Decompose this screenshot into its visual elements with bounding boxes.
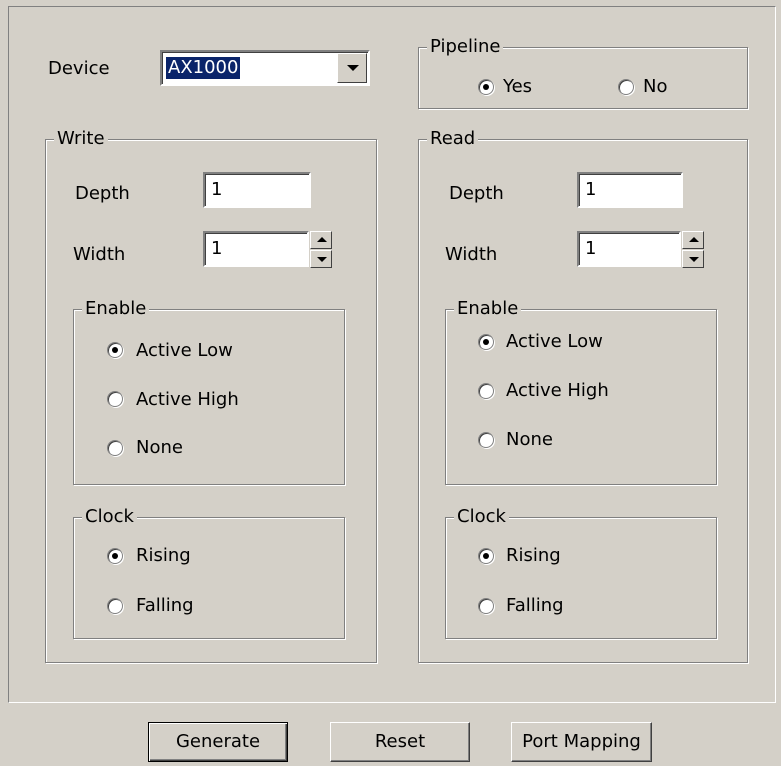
device-label: Device	[48, 58, 110, 79]
write-depth-input[interactable]: 1	[203, 172, 311, 208]
write-enable-active-high-label: Active High	[136, 389, 239, 410]
write-clock-title: Clock	[82, 506, 137, 528]
read-clock-falling-radio[interactable]	[478, 598, 494, 614]
read-width-input[interactable]: 1	[577, 231, 681, 267]
pipeline-no-label: No	[643, 76, 668, 97]
device-value: AX1000	[166, 57, 241, 79]
write-clock-falling-label: Falling	[136, 595, 194, 616]
read-depth-input[interactable]: 1	[577, 172, 683, 208]
reset-button[interactable]: Reset	[330, 722, 470, 762]
read-clock-falling-label: Falling	[506, 595, 564, 616]
read-enable-none-label: None	[506, 429, 553, 450]
write-width-value: 1	[211, 238, 223, 259]
pipeline-group: Pipeline	[418, 36, 748, 109]
spin-up-icon[interactable]	[682, 231, 704, 249]
read-title: Read	[427, 128, 479, 150]
write-width-label: Width	[73, 244, 126, 265]
write-enable-title: Enable	[82, 298, 150, 320]
write-enable-none-radio[interactable]	[107, 440, 123, 456]
write-enable-active-low-label: Active Low	[136, 340, 233, 361]
read-clock-rising-radio[interactable]	[478, 548, 494, 564]
read-width-value: 1	[585, 238, 597, 259]
read-enable-active-low-radio[interactable]	[478, 334, 494, 350]
read-depth-value: 1	[585, 179, 597, 200]
read-width-label: Width	[445, 244, 498, 265]
chevron-down-icon[interactable]	[337, 53, 367, 83]
device-select[interactable]: AX1000	[160, 50, 370, 86]
write-enable-active-high-radio[interactable]	[107, 391, 123, 407]
read-enable-active-high-label: Active High	[506, 380, 609, 401]
read-enable-active-low-label: Active Low	[506, 331, 603, 352]
pipeline-no-radio[interactable]	[618, 79, 634, 95]
read-enable-title: Enable	[454, 298, 522, 320]
spin-down-icon[interactable]	[682, 250, 704, 268]
spin-up-icon[interactable]	[310, 231, 332, 249]
write-enable-none-label: None	[136, 437, 183, 458]
write-width-input[interactable]: 1	[203, 231, 309, 267]
read-clock-title: Clock	[454, 506, 509, 528]
read-depth-label: Depth	[449, 183, 504, 204]
write-clock-falling-radio[interactable]	[107, 598, 123, 614]
read-width-spinner[interactable]	[682, 231, 704, 269]
write-depth-label: Depth	[75, 183, 130, 204]
read-clock-rising-label: Rising	[506, 545, 561, 566]
port-mapping-button[interactable]: Port Mapping	[511, 722, 652, 762]
write-depth-value: 1	[211, 179, 223, 200]
write-enable-active-low-radio[interactable]	[107, 342, 123, 358]
read-enable-active-high-radio[interactable]	[478, 383, 494, 399]
write-title: Write	[54, 128, 108, 150]
write-clock-group: Clock	[73, 506, 345, 639]
read-clock-group: Clock	[445, 506, 717, 639]
generate-button[interactable]: Generate	[148, 722, 288, 762]
spin-down-icon[interactable]	[310, 250, 332, 268]
read-enable-none-radio[interactable]	[478, 432, 494, 448]
write-width-spinner[interactable]	[310, 231, 332, 269]
write-clock-rising-radio[interactable]	[107, 548, 123, 564]
pipeline-title: Pipeline	[427, 36, 504, 58]
pipeline-yes-radio[interactable]	[478, 79, 494, 95]
write-clock-rising-label: Rising	[136, 545, 191, 566]
pipeline-yes-label: Yes	[503, 76, 533, 97]
